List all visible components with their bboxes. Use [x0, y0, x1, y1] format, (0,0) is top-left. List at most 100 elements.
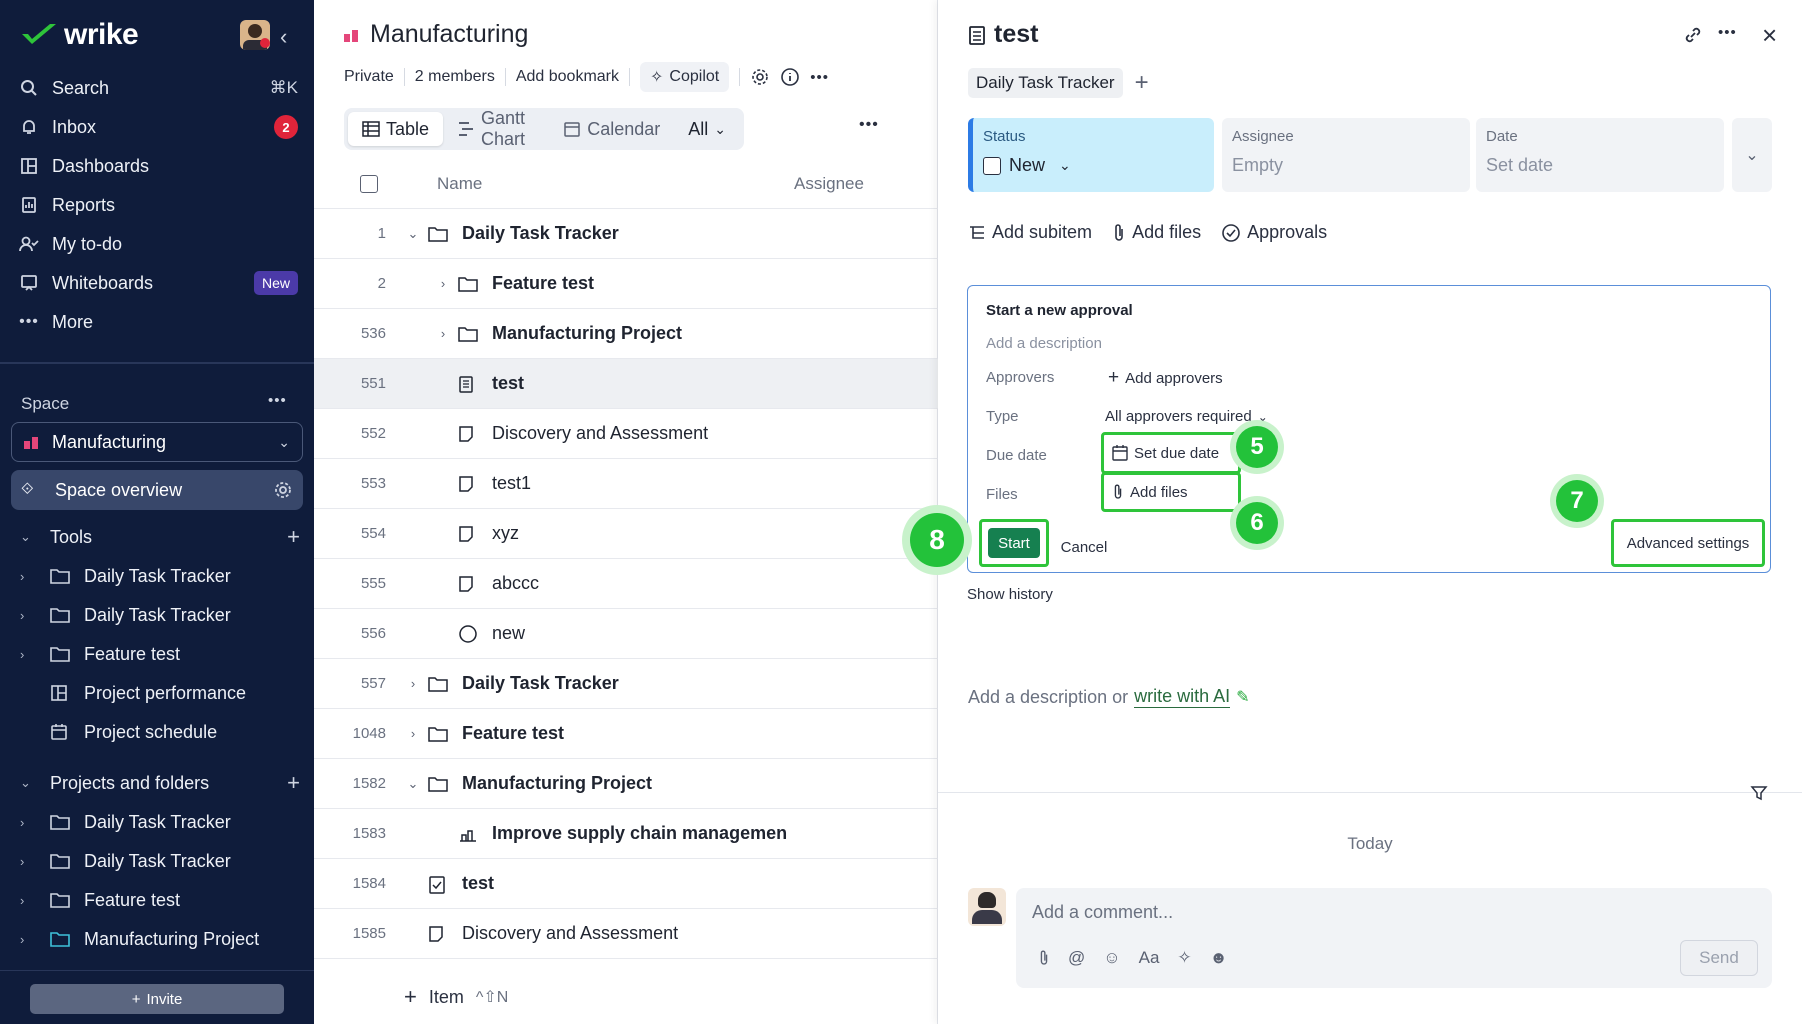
nav-dashboards[interactable]: Dashboards	[18, 150, 298, 182]
tab-gantt[interactable]: Gantt Chart	[443, 108, 549, 149]
wrike-logo[interactable]: wrike	[20, 18, 139, 52]
add-tracker-icon[interactable]: +	[1135, 69, 1149, 97]
table-row-selected[interactable]: 551 test	[314, 358, 938, 408]
tools-section-header[interactable]: ⌄ Tools +	[20, 520, 300, 554]
add-bookmark-link[interactable]: Add bookmark	[516, 68, 619, 86]
nav-my-todo[interactable]: My to-do	[18, 228, 298, 260]
collapse-sidebar-icon[interactable]: ‹	[280, 24, 287, 50]
settings-gear-icon[interactable]	[750, 67, 770, 87]
more-icon[interactable]: •••	[1718, 24, 1737, 41]
invite-button[interactable]: + Invite	[30, 984, 284, 1014]
chevron-right-icon[interactable]: ›	[398, 676, 428, 691]
chevron-right-icon[interactable]: ›	[20, 932, 42, 947]
view-more-icon[interactable]: •••	[859, 116, 879, 134]
select-all-checkbox[interactable]	[360, 160, 378, 208]
bot-icon[interactable]: ☻	[1210, 948, 1228, 968]
table-row[interactable]: 553 test1	[314, 458, 938, 508]
space-selector[interactable]: Manufacturing ⌄	[11, 422, 303, 462]
filter-icon[interactable]	[1750, 784, 1768, 802]
table-row[interactable]: 552 Discovery and Assessment	[314, 408, 938, 458]
table-row[interactable]: 1583 Improve supply chain managemen	[314, 808, 938, 858]
add-item-button[interactable]: + Item ^⇧N	[404, 984, 508, 1010]
table-row[interactable]: 554 xyz	[314, 508, 938, 558]
advanced-settings-button[interactable]: Advanced settings	[1611, 519, 1765, 567]
paperclip-icon[interactable]	[1038, 949, 1050, 967]
tab-table[interactable]: Table	[348, 112, 444, 146]
project-item[interactable]: › Manufacturing Project	[20, 922, 300, 956]
approval-description-input[interactable]: Add a description	[986, 335, 1102, 352]
chevron-right-icon[interactable]: ›	[20, 647, 42, 662]
chevron-right-icon[interactable]: ›	[20, 854, 42, 869]
table-row[interactable]: 557 › Daily Task Tracker	[314, 658, 938, 708]
nav-whiteboards[interactable]: Whiteboards New	[18, 267, 298, 299]
table-row[interactable]: 1585 Discovery and Assessment	[314, 908, 938, 958]
column-header-name[interactable]: Name	[437, 160, 482, 208]
emoji-icon[interactable]: ☺	[1103, 948, 1120, 968]
project-item[interactable]: › Feature test	[20, 883, 300, 917]
nav-reports[interactable]: Reports	[18, 189, 298, 221]
copilot-button[interactable]: ✧ Copilot	[640, 62, 730, 92]
table-row[interactable]: 555 abccc	[314, 558, 938, 608]
settings-gear-icon[interactable]	[273, 480, 293, 500]
chevron-right-icon[interactable]: ›	[20, 608, 42, 623]
tracker-chip[interactable]: Daily Task Tracker	[968, 68, 1123, 98]
column-header-assignee[interactable]: Assignee	[794, 160, 864, 208]
nav-more[interactable]: ••• More	[18, 306, 298, 338]
project-item[interactable]: › Daily Task Tracker	[20, 805, 300, 839]
table-row[interactable]: 536 › Manufacturing Project	[314, 308, 938, 358]
tool-item[interactable]: Project schedule	[20, 715, 300, 749]
send-button[interactable]: Send	[1680, 940, 1758, 976]
tab-calendar[interactable]: Calendar	[549, 112, 674, 146]
chevron-right-icon[interactable]: ›	[20, 569, 42, 584]
chevron-right-icon[interactable]: ›	[20, 815, 42, 830]
projects-section-header[interactable]: ⌄ Projects and folders +	[20, 766, 300, 800]
chevron-right-icon[interactable]: ›	[428, 276, 458, 291]
add-subitem-button[interactable]: Add subitem	[968, 222, 1092, 243]
space-more-icon[interactable]: •••	[268, 392, 287, 409]
write-with-ai-link[interactable]: write with AI	[1134, 686, 1231, 708]
nav-inbox[interactable]: Inbox 2	[18, 111, 298, 143]
chevron-down-icon[interactable]: ⌄	[398, 226, 428, 242]
table-row[interactable]: 1582 ⌄ Manufacturing Project	[314, 758, 938, 808]
task-title[interactable]: test	[994, 20, 1038, 49]
table-row[interactable]: 1048 › Feature test	[314, 708, 938, 758]
expand-fields-icon[interactable]: ⌄	[1732, 118, 1772, 192]
chevron-right-icon[interactable]: ›	[20, 893, 42, 908]
tool-item[interactable]: › Daily Task Tracker	[20, 559, 300, 593]
tab-all-dropdown[interactable]: All ⌄	[674, 112, 740, 146]
assignee-field[interactable]: Assignee Empty	[1222, 118, 1470, 192]
chevron-right-icon[interactable]: ›	[428, 326, 458, 341]
tool-item[interactable]: Project performance	[20, 676, 300, 710]
project-item[interactable]: › Daily Task Tracker	[20, 844, 300, 878]
add-files-button[interactable]: Add files	[1112, 222, 1201, 243]
members-link[interactable]: 2 members	[415, 68, 495, 86]
link-icon[interactable]	[1682, 24, 1704, 46]
chevron-down-icon[interactable]: ⌄	[398, 776, 428, 792]
sparkle-icon[interactable]: ✧	[1177, 948, 1191, 968]
tool-item[interactable]: › Daily Task Tracker	[20, 598, 300, 632]
mention-icon[interactable]: @	[1068, 948, 1085, 968]
status-field[interactable]: Status New ⌄	[968, 118, 1214, 192]
approvals-button[interactable]: Approvals	[1221, 222, 1327, 243]
cancel-button[interactable]: Cancel	[1052, 532, 1116, 562]
chevron-right-icon[interactable]: ›	[398, 726, 428, 741]
text-format-icon[interactable]: Aa	[1139, 948, 1160, 968]
description-area[interactable]: Add a description or write with AI ✎	[968, 686, 1250, 708]
info-icon[interactable]	[780, 67, 800, 87]
date-field[interactable]: Date Set date	[1476, 118, 1724, 192]
add-project-icon[interactable]: +	[287, 770, 300, 796]
more-icon[interactable]: •••	[810, 69, 829, 86]
status-checkbox[interactable]	[983, 156, 1001, 175]
nav-search[interactable]: Search ⌘K	[18, 72, 298, 104]
table-row[interactable]: 1584 test	[314, 858, 938, 908]
table-row[interactable]: 2 › Feature test	[314, 258, 938, 308]
approval-add-files-button[interactable]: Add files	[1101, 472, 1241, 512]
tool-item[interactable]: › Feature test	[20, 637, 300, 671]
show-history-link[interactable]: Show history	[967, 586, 1053, 603]
close-icon[interactable]: ×	[1762, 20, 1777, 51]
space-overview-item[interactable]: ⟐ Space overview	[11, 470, 303, 510]
table-row[interactable]: 1 ⌄ Daily Task Tracker	[314, 208, 938, 258]
start-button[interactable]: Start	[988, 528, 1040, 558]
comment-input[interactable]: Add a comment...	[1032, 902, 1173, 923]
add-approvers-button[interactable]: + Add approvers	[1108, 367, 1223, 389]
